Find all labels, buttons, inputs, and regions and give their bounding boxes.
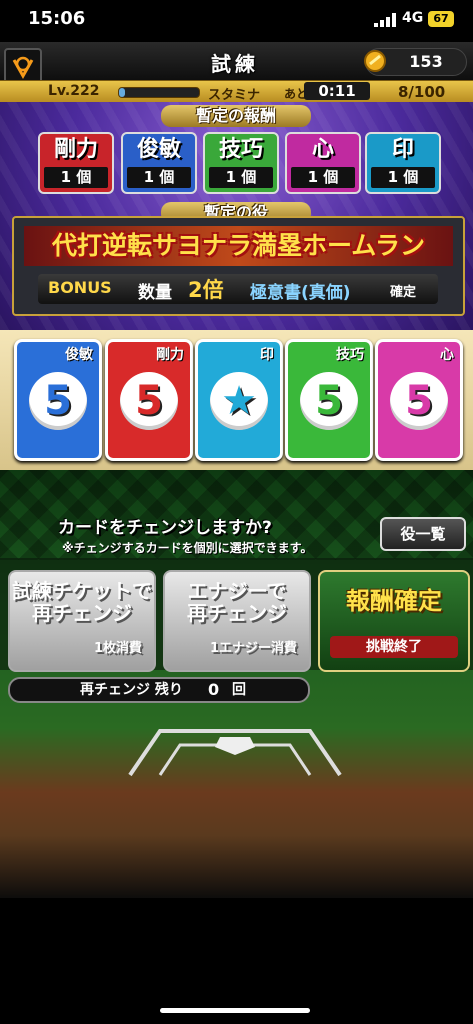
stamina-timer: 0:11 — [304, 82, 370, 100]
reward-goriki: 剛力 1 個 — [38, 132, 114, 194]
button-sub: 挑戦終了 — [330, 636, 458, 658]
bottom-area — [0, 898, 473, 1024]
signal-icon — [374, 13, 396, 27]
ticket-rechange-button[interactable]: 試練チケットで 再チェンジ 1枚消費 — [8, 570, 156, 672]
button-line2: 再チェンジ — [187, 601, 287, 625]
reward-value: 1 個 — [44, 167, 108, 188]
card-value: 5 — [405, 378, 433, 424]
player-level: Lv.222 — [48, 83, 100, 99]
reward-label: 俊敏 — [136, 137, 181, 162]
card-title: 印 — [260, 347, 274, 363]
button-cost: 1枚消費 — [93, 641, 142, 656]
reward-shunbin: 俊敏 1 個 — [121, 132, 197, 194]
bonus-tag: BONUS — [48, 278, 112, 297]
stamina-label: スタミナ — [208, 88, 261, 103]
card-shunbin[interactable]: 俊敏 5 — [14, 339, 102, 461]
coin-counter[interactable]: 153 — [364, 48, 467, 76]
bonus-confirmed: 確定 — [390, 285, 417, 300]
tentative-reward-label: 暫定の報酬 — [161, 105, 311, 127]
reward-label: 剛力 — [53, 137, 98, 162]
card-kokoro[interactable]: 心 5 — [375, 339, 463, 461]
confirm-reward-button[interactable]: 報酬確定 挑戦終了 — [318, 570, 470, 672]
card-title: 剛力 — [156, 347, 184, 363]
reward-value: 1 個 — [291, 167, 355, 188]
card-star-icon: ★ — [221, 378, 257, 424]
reward-gikou: 技巧 1 個 — [203, 132, 279, 194]
button-line1: 試練チケットで — [12, 579, 152, 603]
change-note: ※チェンジするカードを個別に選択できます。 — [62, 541, 313, 555]
battery-icon: 67 — [428, 11, 454, 27]
role-panel: 代打逆転サヨナラ満塁ホームラン BONUS 数量 2倍 極意書(真価) 確定 — [12, 216, 465, 316]
card-gikou[interactable]: 技巧 5 — [285, 339, 373, 461]
card-title: 俊敏 — [65, 347, 93, 363]
button-line1: エナジーで — [187, 579, 287, 603]
role-name: 代打逆転サヨナラ満塁ホームラン — [24, 226, 453, 266]
reward-value: 1 個 — [371, 167, 435, 188]
card-value: 5 — [315, 378, 343, 424]
page-title: 試練 — [211, 52, 259, 76]
button-title: 報酬確定 — [346, 587, 442, 615]
coin-count: 153 — [409, 52, 443, 71]
reward-label: 心 — [311, 137, 334, 162]
card-shirushi[interactable]: 印 ★ — [195, 339, 283, 461]
rechange-count: 0 — [208, 680, 220, 699]
bonus-multiplier: 2倍 — [188, 278, 224, 302]
bonus-item: 極意書(真価) — [250, 283, 351, 303]
card-title: 心 — [440, 347, 454, 363]
status-bar: 15:06 4G 67 — [0, 0, 473, 42]
stamina-gauge — [118, 87, 200, 98]
reward-shirushi: 印 1 個 — [365, 132, 441, 194]
network-label: 4G — [402, 10, 424, 26]
reward-label: 印 — [391, 137, 414, 162]
coin-icon — [364, 50, 386, 72]
clock: 15:06 — [28, 8, 86, 29]
reward-value: 1 個 — [209, 167, 273, 188]
trial-count: 8/100 — [398, 83, 446, 101]
rechange-unit: 回 — [232, 682, 246, 698]
card-value: 5 — [44, 378, 72, 424]
home-plate-lines — [128, 729, 342, 777]
reward-label: 技巧 — [218, 137, 263, 162]
card-title: 技巧 — [336, 347, 364, 363]
bonus-row: BONUS 数量 2倍 極意書(真価) 確定 — [38, 274, 438, 304]
rechange-label: 再チェンジ 残り — [80, 682, 183, 698]
energy-rechange-button[interactable]: エナジーで 再チェンジ 1エナジー消費 — [163, 570, 311, 672]
team-logo-icon — [12, 56, 34, 80]
button-line2: 再チェンジ — [32, 601, 132, 625]
button-cost: 1エナジー消費 — [209, 641, 297, 656]
home-indicator[interactable] — [160, 1008, 310, 1013]
card-goriki[interactable]: 剛力 5 — [105, 339, 193, 461]
role-list-button[interactable]: 役一覧 — [380, 517, 466, 551]
bonus-quantity-label: 数量 — [138, 283, 172, 303]
reward-value: 1 個 — [127, 167, 191, 188]
change-question: カードをチェンジしますか? — [58, 518, 272, 538]
rechange-remaining: 再チェンジ 残り 0 回 — [8, 677, 310, 703]
reward-kokoro: 心 1 個 — [285, 132, 361, 194]
card-value: 5 — [135, 378, 163, 424]
level-bar: Lv.222 スタミナ あと 0:11 8/100 — [0, 80, 473, 104]
